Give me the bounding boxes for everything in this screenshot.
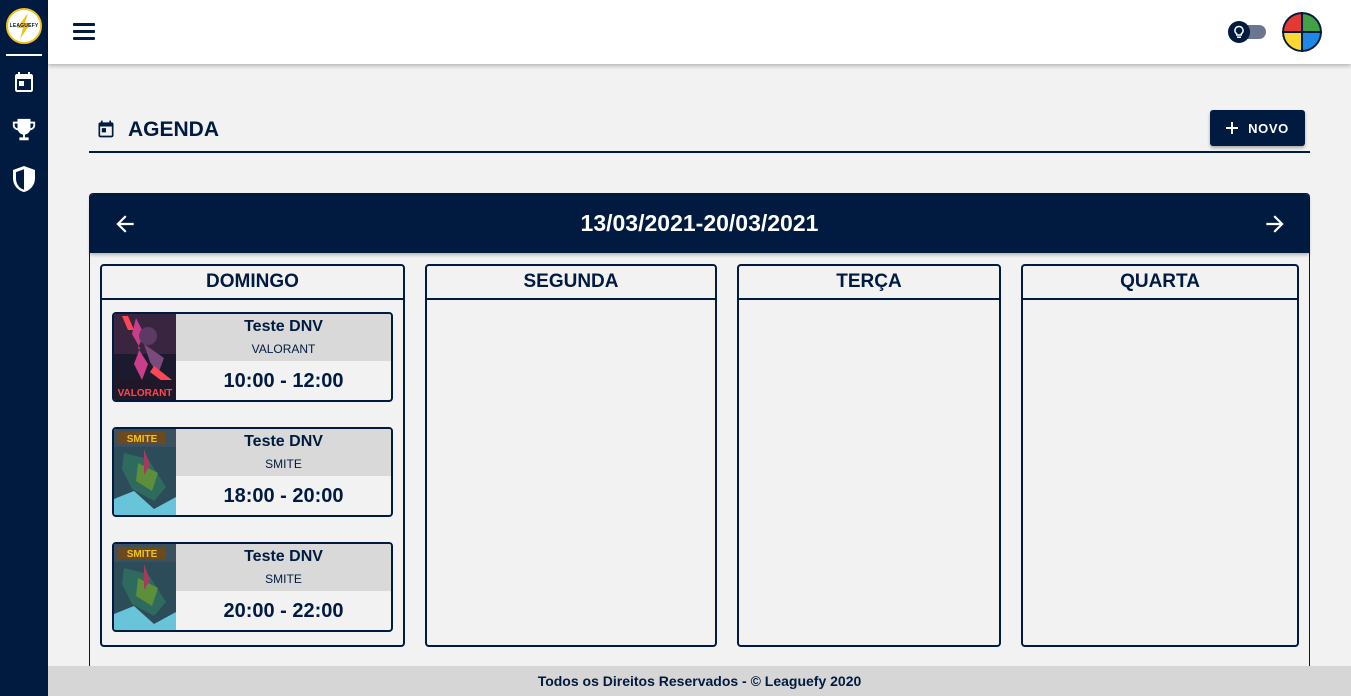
event-card[interactable]: VALORANT Teste DNV VALORANT 10:00 - 12:0…	[112, 312, 393, 402]
lightbulb-icon	[1234, 25, 1244, 38]
day-header: DOMINGO	[102, 266, 403, 300]
valorant-thumbnail: VALORANT	[114, 314, 176, 400]
event-game: SMITE	[265, 457, 302, 471]
event-card[interactable]: SMITE Teste DNV SMITE 18:00 - 20:00	[112, 427, 393, 517]
event-title: Teste DNV	[244, 318, 323, 335]
plus-icon	[1226, 122, 1239, 134]
thumb-label: SMITE	[127, 549, 158, 560]
day-header: SEGUNDA	[427, 266, 715, 300]
sidebar-item-teams[interactable]	[11, 166, 37, 192]
menu-icon[interactable]	[72, 20, 96, 44]
event-title: Teste DNV	[244, 548, 323, 565]
event-header: Teste DNV SMITE	[176, 544, 391, 591]
new-event-button[interactable]: NOVO	[1210, 110, 1305, 146]
shield-icon	[13, 166, 35, 192]
event-time: 18:00 - 20:00	[223, 485, 344, 507]
footer: Todos os Direitos Reservados - © Leaguef…	[48, 666, 1351, 696]
event-header: Teste DNV VALORANT	[176, 314, 391, 361]
calendar-header: 13/03/2021-20/03/2021	[90, 194, 1309, 253]
trophy-icon	[12, 118, 36, 141]
event-game: VALORANT	[251, 342, 316, 356]
day-header: TERÇA	[739, 266, 999, 300]
page-header: AGENDA NOVO	[89, 110, 1310, 153]
calendar-icon	[98, 120, 114, 138]
day-header: QUARTA	[1023, 266, 1297, 300]
event-card[interactable]: SMITE Teste DNV SMITE 20:00 - 22:00	[112, 542, 393, 632]
day-column-domingo: DOMINGO VALORANT Teste DNV VALORANT 10:0…	[100, 264, 405, 647]
top-bar	[48, 0, 1351, 64]
avatar[interactable]	[1282, 12, 1322, 52]
event-game: SMITE	[265, 572, 302, 586]
event-time: 20:00 - 22:00	[223, 600, 344, 622]
sidebar-divider	[6, 54, 42, 56]
day-column-quarta: QUARTA	[1021, 264, 1299, 647]
arrow-right-icon[interactable]	[1262, 211, 1288, 237]
event-time: 10:00 - 12:00	[223, 370, 344, 392]
week-range: 13/03/2021-20/03/2021	[580, 210, 819, 236]
event-title: Teste DNV	[244, 433, 323, 450]
smite-thumbnail: SMITE	[114, 429, 176, 515]
sidebar: LEAGUEFY	[0, 0, 48, 696]
page-title: AGENDA	[128, 118, 220, 141]
day-column-segunda: SEGUNDA	[425, 264, 717, 647]
day-column-terca: TERÇA	[737, 264, 1001, 647]
toggle-knob	[1228, 21, 1250, 43]
calendar-icon	[15, 72, 33, 92]
sidebar-item-tournaments[interactable]	[11, 117, 37, 143]
thumb-label: SMITE	[127, 434, 158, 445]
theme-toggle[interactable]	[1228, 20, 1268, 44]
leaguefy-logo[interactable]: LEAGUEFY	[6, 8, 42, 44]
sidebar-item-agenda[interactable]	[11, 69, 37, 95]
avatar-icon	[1282, 12, 1322, 52]
new-button-label: NOVO	[1248, 120, 1289, 136]
calendar-panel: 13/03/2021-20/03/2021 DOMINGO VALORANT T…	[89, 193, 1310, 696]
event-header: Teste DNV SMITE	[176, 429, 391, 476]
logo-text: LEAGUEFY	[9, 23, 39, 29]
smite-thumbnail: SMITE	[114, 544, 176, 630]
thumb-label: VALORANT	[118, 388, 173, 399]
